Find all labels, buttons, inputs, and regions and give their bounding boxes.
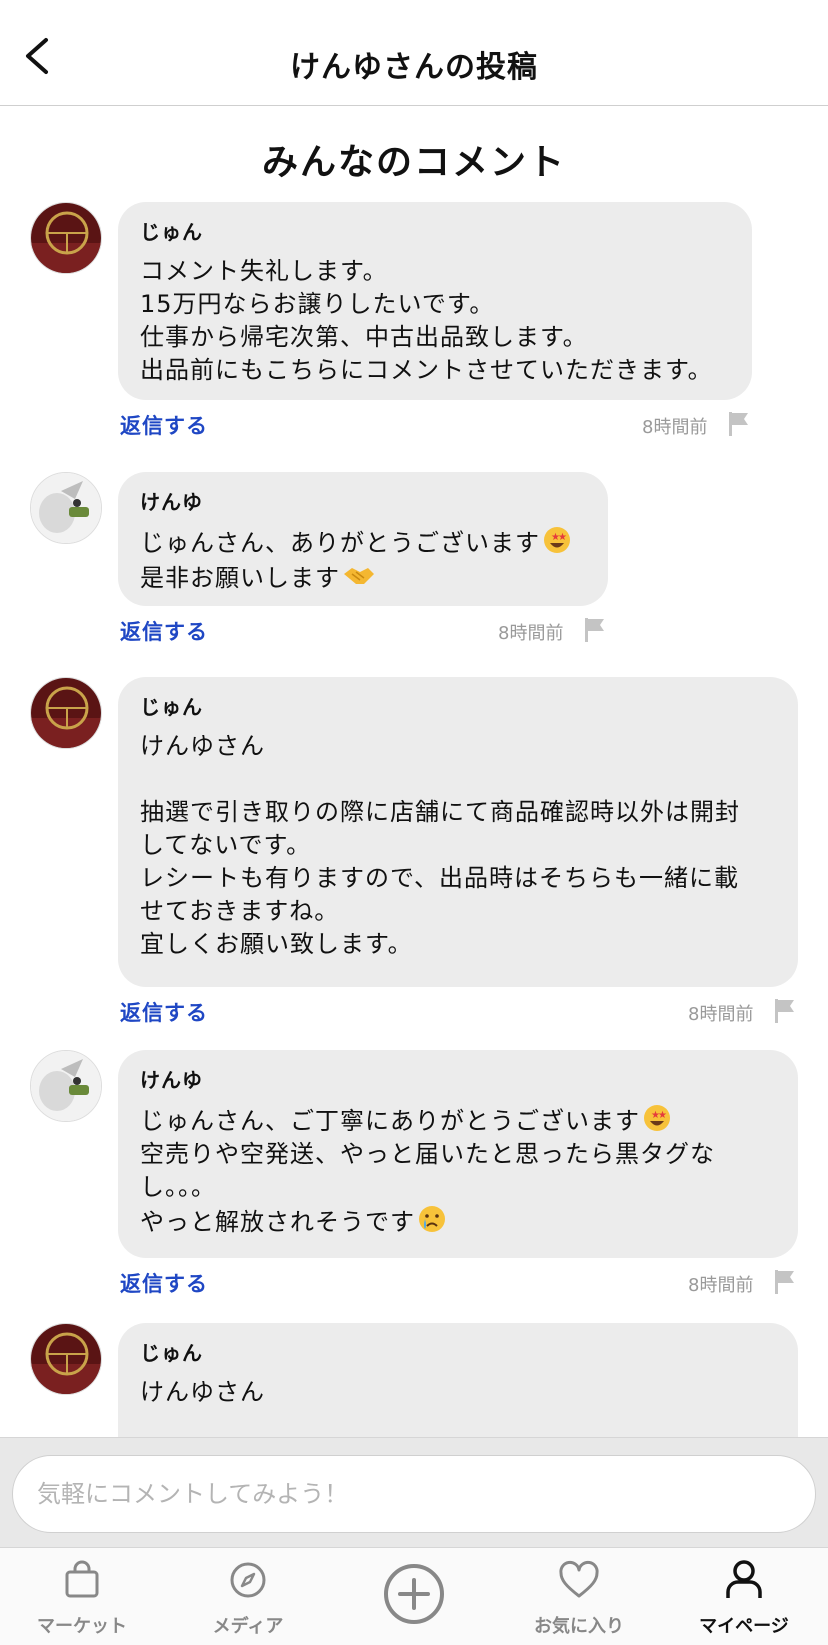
comment-text-line: し。。。 [140,1173,216,1201]
comment-text-line: 抽選で引き取りの際に店舗にて商品確認時以外は開封 [140,798,740,826]
report-flag-icon[interactable] [726,410,752,438]
compass-icon [230,1562,266,1598]
header-bar: けんゆさんの投稿 [0,0,828,106]
comment-text-line: レシートも有りますので、出品時はそちらも一緒に載 [140,864,740,892]
comment-author: じゅん [140,1341,203,1365]
reply-button[interactable]: 返信する [120,997,208,1027]
tab-favorites[interactable]: お気に入り [509,1548,649,1645]
comment-text-line: せておきますね。 [140,897,340,925]
handshake-emoji-icon [344,568,374,584]
comment-meta: 返信する 8時間前 [120,616,610,646]
tab-mypage[interactable]: マイページ [674,1548,814,1645]
comment-text-line: けんゆさん [140,732,265,760]
comment-meta: 返信する 8時間前 [120,410,752,440]
comment-author: じゅん [140,220,203,244]
tab-media[interactable]: メディア [178,1548,318,1645]
comment-text-line [140,763,776,796]
comment-text-line: 出品前にもこちらにコメントさせていただきます。 [140,356,713,384]
tab-post[interactable] [344,1548,484,1645]
report-flag-icon[interactable] [582,616,608,644]
comment-meta: 返信する 8時間前 [120,1268,800,1298]
person-icon [726,1560,762,1598]
tab-label: メディア [212,1616,284,1637]
avatar[interactable] [30,1323,102,1395]
comment-time: 8時間前 [688,1004,754,1025]
report-flag-icon[interactable] [772,997,798,1025]
tab-label: マイページ [699,1616,789,1637]
reply-button[interactable]: 返信する [120,410,208,440]
comment-bubble: じゅん けんゆさん [118,1323,798,1437]
tab-label: マーケット [37,1616,127,1637]
bottom-tab-bar: マーケット メディア お気に入り マイページ [0,1547,828,1645]
comment-author: けんゆ [140,1068,203,1092]
section-title: みんなのコメント [261,142,566,183]
comment-meta: 返信する 8時間前 [120,997,800,1027]
comment-text-line: してないです。 [140,831,312,859]
comment-text-line: 仕事から帰宅次第、中古出品致します。 [140,323,588,351]
comment-time: 8時間前 [498,623,564,644]
shopping-bag-icon [65,1560,99,1598]
comment-text-line: じゅんさん、ご丁寧にありがとうございます ★ ★ [140,1103,776,1138]
comments-scroll-area[interactable]: みんなのコメント じゅん コメント失礼します。 15万円ならお譲りしたいです。 … [0,107,828,1437]
svg-text:★: ★ [558,532,568,543]
reply-button[interactable]: 返信する [120,1268,208,1298]
tab-label: お気に入り [534,1616,624,1637]
reply-button[interactable]: 返信する [120,616,208,646]
comment-text-line: 15万円ならお譲りしたいです。 [140,290,495,318]
page-title: けんゆさんの投稿 [290,50,538,85]
svg-text:★: ★ [658,1110,668,1121]
tab-market[interactable]: マーケット [12,1548,152,1645]
star-struck-emoji-icon: ★★ [644,1105,670,1131]
comment-author: けんゆ [140,490,203,514]
heart-icon [559,1560,599,1598]
comment-bubble: けんゆ じゅんさん、ご丁寧にありがとうございます ★ ★ 空売りや空発送、やっと届い… [118,1050,798,1258]
crying-face-emoji-icon [419,1206,445,1232]
avatar[interactable] [30,472,102,544]
comment-input[interactable] [12,1455,816,1533]
avatar[interactable] [30,202,102,274]
avatar[interactable] [30,677,102,749]
report-flag-icon[interactable] [772,1268,798,1296]
comment-text-line: 宜しくお願い致します。 [140,930,413,958]
comment-text-line: 是非お願いします [140,560,586,595]
comment-bubble: けんゆ じゅんさん、ありがとうございます ★ ★ 是非お願いします [118,472,608,606]
comment-time: 8時間前 [688,1275,754,1296]
comment-bubble: じゅん コメント失礼します。 15万円ならお譲りしたいです。 仕事から帰宅次第、… [118,202,752,400]
avatar[interactable] [30,1050,102,1122]
plus-circle-icon [384,1564,444,1624]
comment-author: じゅん [140,695,203,719]
star-struck-emoji-icon: ★★ [544,527,570,553]
comment-input-bar [0,1437,828,1547]
comment-text-line: けんゆさん [140,1378,265,1406]
comment-time: 8時間前 [642,417,708,438]
comment-text-line: やっと解放されそうです [140,1204,776,1239]
comment-text-line: じゅんさん、ありがとうございます ★ ★ [140,525,586,560]
comment-bubble: じゅん けんゆさん 抽選で引き取りの際に店舗にて商品確認時以外は開封 してないで… [118,677,798,987]
comment-text-line: コメント失礼します。 [140,257,388,285]
comment-text-line: 空売りや空発送、やっと届いたと思ったら黒タグな [140,1140,715,1168]
